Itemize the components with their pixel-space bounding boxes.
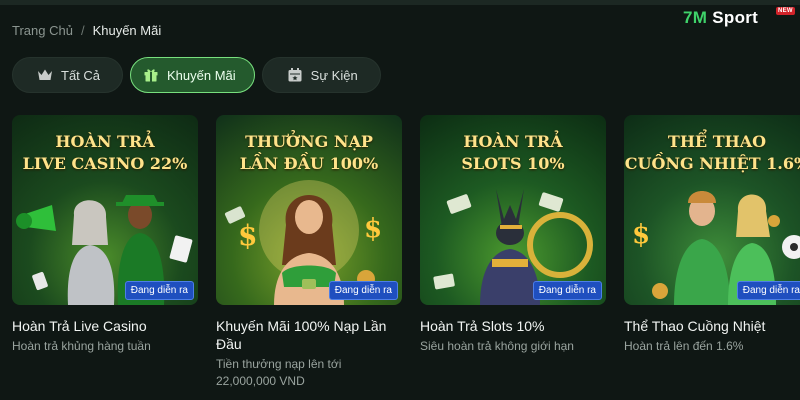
banner-title: THỂ THAO CUỒNG NHIỆT 1.6% (624, 132, 800, 173)
banner-title: THƯỞNG NẠP LẦN ĐẦU 100% (239, 132, 379, 173)
logo-7m-text: 7M (683, 8, 708, 27)
promo-subtitle: Tiền thưởng nạp lên tới 22,000,000 VND (216, 357, 342, 388)
logo-new-badge: NEW (776, 7, 795, 15)
top-bar (0, 0, 800, 5)
promo-title[interactable]: Hoàn Trả Live Casino (12, 317, 198, 335)
promo-title[interactable]: Thể Thao Cuồng Nhiệt (624, 317, 800, 335)
breadcrumb-home-link[interactable]: Trang Chủ (12, 23, 73, 38)
promo-card-live-casino[interactable]: HOÀN TRẢ LIVE CASINO 22% Đang diễn ra Ho… (12, 115, 198, 390)
promo-banner-image[interactable]: THỂ THAO CUỒNG NHIỆT 1.6% $ Đang diễn ra (624, 115, 800, 305)
status-badge: Đang diễn ra (328, 281, 398, 300)
promo-subtitle: Siêu hoàn trả không giới hạn (420, 339, 574, 353)
promo-banner-image[interactable]: HOÀN TRẢ SLOTS 10% Đang diễn ra (420, 115, 606, 305)
promo-card-slots[interactable]: HOÀN TRẢ SLOTS 10% Đang diễn ra Hoàn Trả… (420, 115, 606, 390)
breadcrumb: Trang Chủ / Khuyến Mãi (12, 23, 161, 38)
breadcrumb-separator: / (80, 23, 85, 38)
svg-text:$: $ (632, 220, 650, 250)
tab-all-label: Tất Cả (61, 67, 101, 83)
promo-subtitle: Hoàn trả lên đến 1.6% (624, 339, 744, 353)
promo-subtitle: Hoàn trả khủng hàng tuần (12, 339, 151, 353)
promo-title[interactable]: Hoàn Trả Slots 10% (420, 317, 606, 335)
tab-events-label: Sự Kiện (310, 67, 358, 83)
tab-promotions-label: Khuyến Mãi (167, 67, 236, 83)
promo-banner-image[interactable]: THƯỞNG NẠP LẦN ĐẦU 100% $ $ Đang diễn ra (216, 115, 402, 305)
tab-promotions[interactable]: Khuyến Mãi (130, 57, 255, 93)
status-badge: Đang diễn ra (532, 281, 602, 300)
status-badge: Đang diễn ra (124, 281, 194, 300)
breadcrumb-current: Khuyến Mãi (92, 23, 162, 38)
logo-sport-text: Sport (712, 8, 759, 27)
crown-icon (38, 69, 52, 80)
gift-icon (144, 69, 158, 82)
tab-all[interactable]: Tất Cả (12, 57, 124, 93)
promotion-list: HOÀN TRẢ LIVE CASINO 22% Đang diễn ra Ho… (12, 115, 800, 390)
svg-text:$: $ (238, 219, 257, 252)
promo-banner-image[interactable]: HOÀN TRẢ LIVE CASINO 22% Đang diễn ra (12, 115, 198, 305)
svg-text:$: $ (364, 214, 382, 244)
promo-title[interactable]: Khuyến Mãi 100% Nạp Lần Đầu (216, 317, 402, 353)
tab-events[interactable]: Sự Kiện (261, 57, 381, 93)
banner-title: HOÀN TRẢ SLOTS 10% (461, 132, 565, 173)
promo-card-first-deposit[interactable]: THƯỞNG NẠP LẦN ĐẦU 100% $ $ Đang diễn ra… (216, 115, 402, 390)
calendar-icon (288, 68, 302, 82)
promo-card-sports[interactable]: THỂ THAO CUỒNG NHIỆT 1.6% $ Đang diễn ra… (624, 115, 800, 390)
brand-logo[interactable]: 7M Sport NEW (683, 7, 795, 28)
status-badge: Đang diễn ra (736, 281, 800, 300)
category-tabs: Tất Cả Khuyến Mãi Sự Kiện (12, 57, 381, 93)
banner-title: HOÀN TRẢ LIVE CASINO 22% (22, 132, 188, 173)
